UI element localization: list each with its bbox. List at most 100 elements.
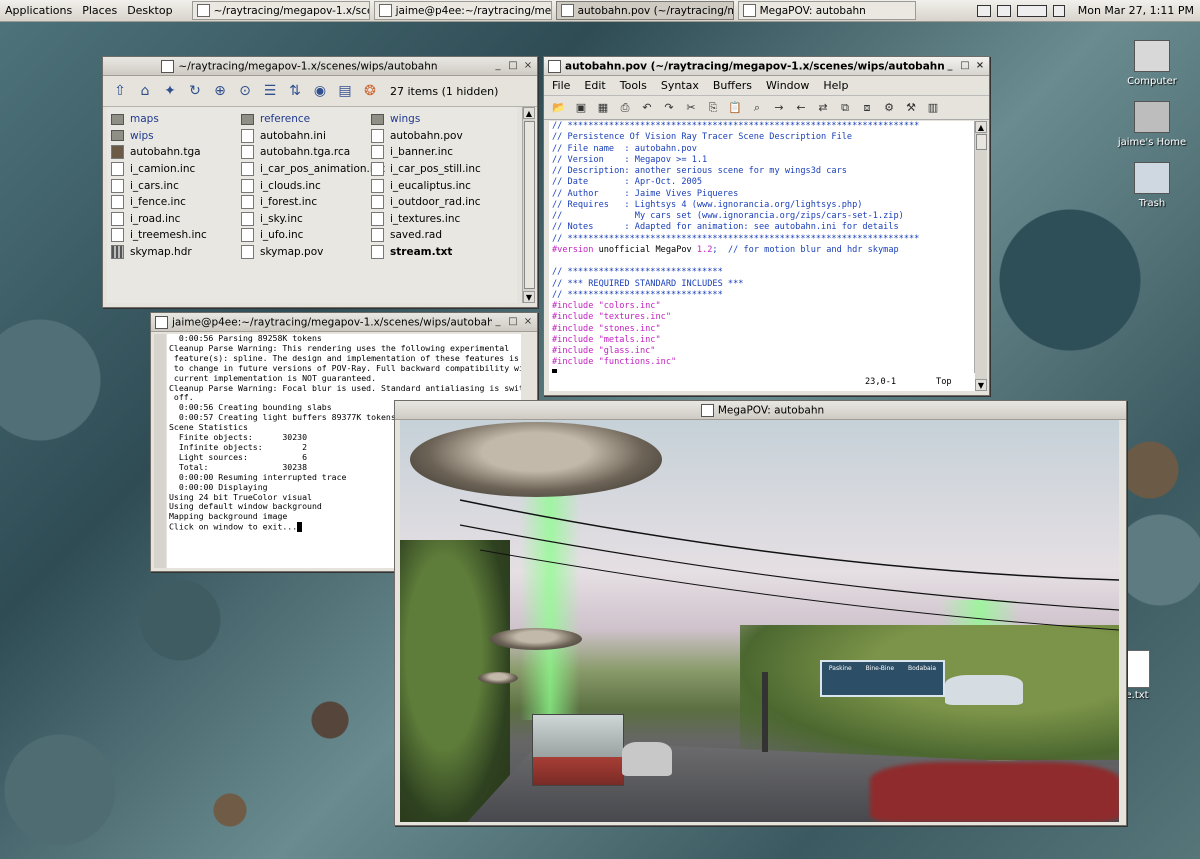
save-all-icon[interactable]: ▦: [594, 99, 612, 117]
maximize-button[interactable]: □: [959, 60, 971, 72]
paste-icon[interactable]: 📋: [726, 99, 744, 117]
cut-icon[interactable]: ✂: [682, 99, 700, 117]
display-icon[interactable]: [976, 4, 991, 17]
file-item[interactable]: i_fence.inc: [111, 194, 241, 211]
file-item[interactable]: i_car_pos_still.inc: [371, 161, 501, 178]
save-icon[interactable]: ▣: [572, 99, 590, 117]
menu-edit[interactable]: Edit: [584, 79, 605, 92]
menu-tools[interactable]: Tools: [620, 79, 647, 92]
scrollbar-thumb[interactable]: [976, 134, 987, 150]
gvim-scrollbar[interactable]: ▲ ▼: [974, 121, 987, 391]
file-item[interactable]: i_clouds.inc: [241, 177, 371, 194]
up-icon[interactable]: ⇧: [109, 80, 131, 102]
file-item[interactable]: i_textures.inc: [371, 211, 501, 228]
desktop-menu[interactable]: Desktop: [122, 4, 177, 17]
file-item[interactable]: i_forest.inc: [241, 194, 371, 211]
file-item[interactable]: i_road.inc: [111, 211, 241, 228]
file-item[interactable]: wings: [371, 111, 501, 128]
close-button[interactable]: ×: [974, 60, 986, 72]
find-icon[interactable]: ⌕: [748, 99, 766, 117]
file-manager-titlebar[interactable]: ~/raytracing/megapov-1.x/scenes/wips/aut…: [103, 57, 537, 76]
desktop-icon-home[interactable]: jaime's Home: [1112, 101, 1192, 148]
places-menu[interactable]: Places: [77, 4, 122, 17]
window-list-icon[interactable]: [996, 4, 1011, 17]
file-item[interactable]: i_outdoor_rad.inc: [371, 194, 501, 211]
terminal-scrollbar[interactable]: [154, 334, 166, 568]
save-session-icon[interactable]: ⧈: [858, 99, 876, 117]
file-item[interactable]: i_camion.inc: [111, 161, 241, 178]
file-list-scrollbar[interactable]: ▲ ▼: [522, 107, 535, 303]
gvim-editor[interactable]: // *************************************…: [549, 121, 978, 373]
undo-icon[interactable]: ↶: [638, 99, 656, 117]
tags-icon[interactable]: ▥: [924, 99, 942, 117]
minimize-button[interactable]: _: [492, 60, 504, 72]
sort-icon[interactable]: ⇅: [284, 80, 306, 102]
home-icon[interactable]: ⌂: [134, 80, 156, 102]
menu-file[interactable]: File: [552, 79, 570, 92]
file-item[interactable]: wips: [111, 128, 241, 145]
megapov-titlebar[interactable]: MegaPOV: autobahn: [395, 401, 1126, 420]
file-item[interactable]: i_sky.inc: [241, 211, 371, 228]
file-item[interactable]: stream.txt: [371, 244, 501, 261]
file-item[interactable]: autobahn.tga.rca: [241, 144, 371, 161]
help-icon[interactable]: ❂: [359, 80, 381, 102]
scroll-up-arrow[interactable]: ▲: [523, 107, 535, 119]
gvim-titlebar[interactable]: autobahn.pov (~/raytracing/megapov-1.x/s…: [544, 57, 989, 76]
file-item[interactable]: i_eucaliptus.inc: [371, 177, 501, 194]
render-image[interactable]: Paskine Bine-Bine Bodabaia: [400, 420, 1119, 822]
menu-syntax[interactable]: Syntax: [661, 79, 699, 92]
zoom-normal-icon[interactable]: ⊙: [234, 80, 256, 102]
list-view-icon[interactable]: ☰: [259, 80, 281, 102]
menu-window[interactable]: Window: [766, 79, 809, 92]
details-icon[interactable]: ▤: [334, 80, 356, 102]
file-item[interactable]: skymap.hdr: [111, 244, 241, 261]
volume-icon[interactable]: [1052, 4, 1065, 17]
scrollbar-thumb[interactable]: [524, 121, 535, 289]
file-item[interactable]: skymap.pov: [241, 244, 371, 261]
find-next-icon[interactable]: →: [770, 99, 788, 117]
print-icon[interactable]: ⎙: [616, 99, 634, 117]
file-item[interactable]: reference: [241, 111, 371, 128]
open-icon[interactable]: 📂: [550, 99, 568, 117]
maximize-button[interactable]: □: [507, 60, 519, 72]
load-session-icon[interactable]: ⧉: [836, 99, 854, 117]
show-hidden-icon[interactable]: ◉: [309, 80, 331, 102]
copy-icon[interactable]: ⎘: [704, 99, 722, 117]
zoom-in-icon[interactable]: ⊕: [209, 80, 231, 102]
desktop-icon-trash[interactable]: Trash: [1112, 162, 1192, 209]
minimize-button[interactable]: _: [944, 60, 956, 72]
file-item[interactable]: autobahn.pov: [371, 128, 501, 145]
scroll-down-arrow[interactable]: ▼: [975, 379, 987, 391]
desktop-icon-computer[interactable]: Computer: [1112, 40, 1192, 87]
close-button[interactable]: ×: [522, 60, 534, 72]
close-button[interactable]: ×: [522, 316, 534, 328]
taskbar-button-gvim[interactable]: autobahn.pov (~/raytracing/mega...: [555, 1, 734, 20]
file-item[interactable]: i_banner.inc: [371, 144, 501, 161]
minimize-button[interactable]: _: [492, 316, 504, 328]
make-icon[interactable]: ⚒: [902, 99, 920, 117]
menu-buffers[interactable]: Buffers: [713, 79, 752, 92]
redo-icon[interactable]: ↷: [660, 99, 678, 117]
reload-icon[interactable]: ↻: [184, 80, 206, 102]
file-item[interactable]: i_treemesh.inc: [111, 227, 241, 244]
file-item[interactable]: maps: [111, 111, 241, 128]
find-prev-icon[interactable]: ←: [792, 99, 810, 117]
replace-icon[interactable]: ⇄: [814, 99, 832, 117]
taskbar-button-file-manager[interactable]: ~/raytracing/megapov-1.x/scene...: [191, 1, 370, 20]
scroll-up-arrow[interactable]: ▲: [975, 121, 987, 133]
file-item[interactable]: autobahn.ini: [241, 128, 371, 145]
menu-help[interactable]: Help: [823, 79, 848, 92]
taskbar-button-megapov[interactable]: MegaPOV: autobahn: [737, 1, 916, 20]
file-item[interactable]: saved.rad: [371, 227, 501, 244]
maximize-button[interactable]: □: [507, 316, 519, 328]
applications-menu[interactable]: Applications: [0, 4, 77, 17]
terminal-titlebar[interactable]: jaime@p4ee:~/raytracing/megapov-1.x/scen…: [151, 313, 537, 332]
clock[interactable]: Mon Mar 27, 1:11 PM: [1068, 4, 1200, 17]
file-item[interactable]: i_cars.inc: [111, 177, 241, 194]
file-item[interactable]: i_ufo.inc: [241, 227, 371, 244]
file-item[interactable]: autobahn.tga: [111, 144, 241, 161]
workspace-switcher-icon[interactable]: [1016, 4, 1047, 17]
scroll-down-arrow[interactable]: ▼: [523, 291, 535, 303]
bookmark-icon[interactable]: ✦: [159, 80, 181, 102]
taskbar-button-terminal[interactable]: jaime@p4ee:~/raytracing/megap...: [373, 1, 552, 20]
